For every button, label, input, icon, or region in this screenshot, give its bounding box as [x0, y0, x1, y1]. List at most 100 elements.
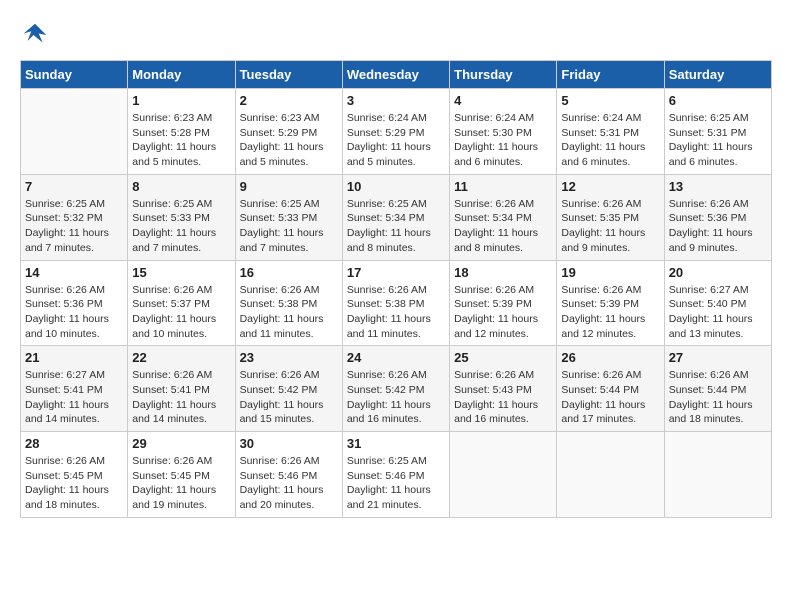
calendar-cell: 20 Sunrise: 6:27 AM Sunset: 5:40 PM Dayl…: [664, 260, 771, 346]
day-header-monday: Monday: [128, 61, 235, 89]
day-number: 15: [132, 265, 230, 280]
day-number: 12: [561, 179, 659, 194]
day-info: Sunrise: 6:26 AM Sunset: 5:36 PM Dayligh…: [25, 283, 123, 342]
day-number: 16: [240, 265, 338, 280]
day-info: Sunrise: 6:25 AM Sunset: 5:34 PM Dayligh…: [347, 197, 445, 256]
calendar-cell: 23 Sunrise: 6:26 AM Sunset: 5:42 PM Dayl…: [235, 346, 342, 432]
day-number: 26: [561, 350, 659, 365]
day-number: 3: [347, 93, 445, 108]
day-info: Sunrise: 6:26 AM Sunset: 5:44 PM Dayligh…: [561, 368, 659, 427]
calendar-cell: 8 Sunrise: 6:25 AM Sunset: 5:33 PM Dayli…: [128, 174, 235, 260]
calendar-cell: 21 Sunrise: 6:27 AM Sunset: 5:41 PM Dayl…: [21, 346, 128, 432]
calendar-cell: 11 Sunrise: 6:26 AM Sunset: 5:34 PM Dayl…: [450, 174, 557, 260]
day-number: 28: [25, 436, 123, 451]
calendar-cell: 12 Sunrise: 6:26 AM Sunset: 5:35 PM Dayl…: [557, 174, 664, 260]
day-info: Sunrise: 6:26 AM Sunset: 5:37 PM Dayligh…: [132, 283, 230, 342]
calendar-cell: [450, 432, 557, 518]
day-number: 23: [240, 350, 338, 365]
day-info: Sunrise: 6:25 AM Sunset: 5:32 PM Dayligh…: [25, 197, 123, 256]
logo-icon: [20, 20, 50, 50]
day-info: Sunrise: 6:26 AM Sunset: 5:45 PM Dayligh…: [132, 454, 230, 513]
day-info: Sunrise: 6:26 AM Sunset: 5:45 PM Dayligh…: [25, 454, 123, 513]
day-header-tuesday: Tuesday: [235, 61, 342, 89]
calendar-cell: 19 Sunrise: 6:26 AM Sunset: 5:39 PM Dayl…: [557, 260, 664, 346]
calendar-cell: 10 Sunrise: 6:25 AM Sunset: 5:34 PM Dayl…: [342, 174, 449, 260]
day-number: 1: [132, 93, 230, 108]
calendar-header-row: SundayMondayTuesdayWednesdayThursdayFrid…: [21, 61, 772, 89]
day-info: Sunrise: 6:24 AM Sunset: 5:30 PM Dayligh…: [454, 111, 552, 170]
day-info: Sunrise: 6:26 AM Sunset: 5:42 PM Dayligh…: [347, 368, 445, 427]
day-info: Sunrise: 6:24 AM Sunset: 5:29 PM Dayligh…: [347, 111, 445, 170]
day-number: 9: [240, 179, 338, 194]
calendar-table: SundayMondayTuesdayWednesdayThursdayFrid…: [20, 60, 772, 518]
calendar-cell: 1 Sunrise: 6:23 AM Sunset: 5:28 PM Dayli…: [128, 89, 235, 175]
day-number: 11: [454, 179, 552, 194]
day-header-wednesday: Wednesday: [342, 61, 449, 89]
day-info: Sunrise: 6:26 AM Sunset: 5:36 PM Dayligh…: [669, 197, 767, 256]
calendar-cell: 4 Sunrise: 6:24 AM Sunset: 5:30 PM Dayli…: [450, 89, 557, 175]
day-number: 17: [347, 265, 445, 280]
day-header-saturday: Saturday: [664, 61, 771, 89]
calendar-cell: 3 Sunrise: 6:24 AM Sunset: 5:29 PM Dayli…: [342, 89, 449, 175]
day-number: 4: [454, 93, 552, 108]
day-number: 24: [347, 350, 445, 365]
day-info: Sunrise: 6:25 AM Sunset: 5:31 PM Dayligh…: [669, 111, 767, 170]
day-number: 22: [132, 350, 230, 365]
day-number: 14: [25, 265, 123, 280]
day-info: Sunrise: 6:27 AM Sunset: 5:40 PM Dayligh…: [669, 283, 767, 342]
day-info: Sunrise: 6:26 AM Sunset: 5:41 PM Dayligh…: [132, 368, 230, 427]
calendar-cell: 24 Sunrise: 6:26 AM Sunset: 5:42 PM Dayl…: [342, 346, 449, 432]
day-number: 6: [669, 93, 767, 108]
day-number: 27: [669, 350, 767, 365]
calendar-cell: 22 Sunrise: 6:26 AM Sunset: 5:41 PM Dayl…: [128, 346, 235, 432]
calendar-cell: 17 Sunrise: 6:26 AM Sunset: 5:38 PM Dayl…: [342, 260, 449, 346]
calendar-cell: 18 Sunrise: 6:26 AM Sunset: 5:39 PM Dayl…: [450, 260, 557, 346]
day-number: 13: [669, 179, 767, 194]
calendar-week-row: 7 Sunrise: 6:25 AM Sunset: 5:32 PM Dayli…: [21, 174, 772, 260]
day-info: Sunrise: 6:26 AM Sunset: 5:39 PM Dayligh…: [454, 283, 552, 342]
day-info: Sunrise: 6:24 AM Sunset: 5:31 PM Dayligh…: [561, 111, 659, 170]
day-info: Sunrise: 6:26 AM Sunset: 5:38 PM Dayligh…: [240, 283, 338, 342]
calendar-cell: 14 Sunrise: 6:26 AM Sunset: 5:36 PM Dayl…: [21, 260, 128, 346]
day-info: Sunrise: 6:23 AM Sunset: 5:28 PM Dayligh…: [132, 111, 230, 170]
calendar-cell: 28 Sunrise: 6:26 AM Sunset: 5:45 PM Dayl…: [21, 432, 128, 518]
day-info: Sunrise: 6:26 AM Sunset: 5:44 PM Dayligh…: [669, 368, 767, 427]
calendar-week-row: 28 Sunrise: 6:26 AM Sunset: 5:45 PM Dayl…: [21, 432, 772, 518]
day-info: Sunrise: 6:26 AM Sunset: 5:46 PM Dayligh…: [240, 454, 338, 513]
logo: [20, 20, 54, 50]
day-info: Sunrise: 6:26 AM Sunset: 5:39 PM Dayligh…: [561, 283, 659, 342]
calendar-cell: 31 Sunrise: 6:25 AM Sunset: 5:46 PM Dayl…: [342, 432, 449, 518]
calendar-cell: [557, 432, 664, 518]
day-info: Sunrise: 6:26 AM Sunset: 5:38 PM Dayligh…: [347, 283, 445, 342]
day-number: 10: [347, 179, 445, 194]
day-number: 8: [132, 179, 230, 194]
day-header-thursday: Thursday: [450, 61, 557, 89]
calendar-cell: [21, 89, 128, 175]
day-info: Sunrise: 6:26 AM Sunset: 5:43 PM Dayligh…: [454, 368, 552, 427]
calendar-cell: 6 Sunrise: 6:25 AM Sunset: 5:31 PM Dayli…: [664, 89, 771, 175]
day-info: Sunrise: 6:26 AM Sunset: 5:35 PM Dayligh…: [561, 197, 659, 256]
day-info: Sunrise: 6:23 AM Sunset: 5:29 PM Dayligh…: [240, 111, 338, 170]
day-info: Sunrise: 6:25 AM Sunset: 5:33 PM Dayligh…: [132, 197, 230, 256]
calendar-week-row: 14 Sunrise: 6:26 AM Sunset: 5:36 PM Dayl…: [21, 260, 772, 346]
calendar-week-row: 1 Sunrise: 6:23 AM Sunset: 5:28 PM Dayli…: [21, 89, 772, 175]
day-number: 19: [561, 265, 659, 280]
day-number: 18: [454, 265, 552, 280]
calendar-cell: 9 Sunrise: 6:25 AM Sunset: 5:33 PM Dayli…: [235, 174, 342, 260]
day-number: 2: [240, 93, 338, 108]
calendar-cell: 13 Sunrise: 6:26 AM Sunset: 5:36 PM Dayl…: [664, 174, 771, 260]
day-info: Sunrise: 6:26 AM Sunset: 5:34 PM Dayligh…: [454, 197, 552, 256]
calendar-week-row: 21 Sunrise: 6:27 AM Sunset: 5:41 PM Dayl…: [21, 346, 772, 432]
day-number: 5: [561, 93, 659, 108]
calendar-cell: 25 Sunrise: 6:26 AM Sunset: 5:43 PM Dayl…: [450, 346, 557, 432]
day-number: 29: [132, 436, 230, 451]
day-number: 30: [240, 436, 338, 451]
calendar-cell: 7 Sunrise: 6:25 AM Sunset: 5:32 PM Dayli…: [21, 174, 128, 260]
calendar-cell: 30 Sunrise: 6:26 AM Sunset: 5:46 PM Dayl…: [235, 432, 342, 518]
day-header-sunday: Sunday: [21, 61, 128, 89]
calendar-cell: 27 Sunrise: 6:26 AM Sunset: 5:44 PM Dayl…: [664, 346, 771, 432]
day-number: 31: [347, 436, 445, 451]
calendar-cell: 5 Sunrise: 6:24 AM Sunset: 5:31 PM Dayli…: [557, 89, 664, 175]
calendar-cell: 29 Sunrise: 6:26 AM Sunset: 5:45 PM Dayl…: [128, 432, 235, 518]
day-number: 25: [454, 350, 552, 365]
